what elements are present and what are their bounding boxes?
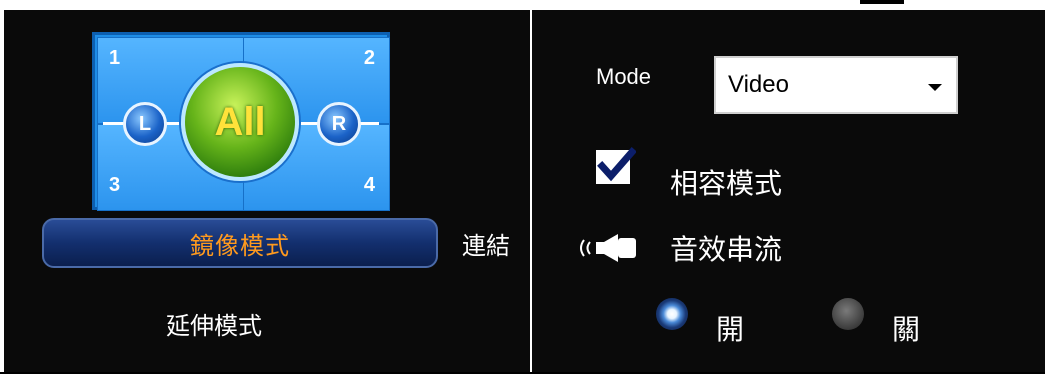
link-label[interactable]: 連結 [462,226,510,261]
quadrant-3-label: 3 [109,174,121,196]
checkmark-icon [597,147,636,182]
mode-selected-value: Video [728,71,789,98]
all-screens-button[interactable]: All [181,63,299,181]
extend-mode-option[interactable]: 延伸模式 [166,306,262,341]
compat-mode-checkbox[interactable] [596,147,636,184]
compat-mode-label: 相容模式 [670,167,783,200]
mirror-mode-button[interactable]: 鏡像模式 [42,218,438,268]
audio-off-radio[interactable] [832,298,864,330]
mode-label: Mode [596,64,652,89]
speaker-icon [578,230,638,270]
mode-select[interactable]: Video [714,56,958,114]
chevron-down-icon [928,84,942,91]
audio-off-label: 關 [892,313,921,346]
audio-stream-label: 音效串流 [670,233,783,266]
left-screen-button[interactable]: L [123,102,167,146]
display-layout-grid[interactable]: 1 2 3 4 L R All [92,32,390,211]
right-screen-button[interactable]: R [317,102,361,146]
top-dash [860,0,904,4]
audio-on-radio[interactable] [656,298,688,330]
quadrant-1-label: 1 [109,47,121,69]
quadrant-2-label: 2 [363,47,375,69]
quadrant-4-label: 4 [363,174,375,196]
audio-on-label: 開 [716,313,745,346]
